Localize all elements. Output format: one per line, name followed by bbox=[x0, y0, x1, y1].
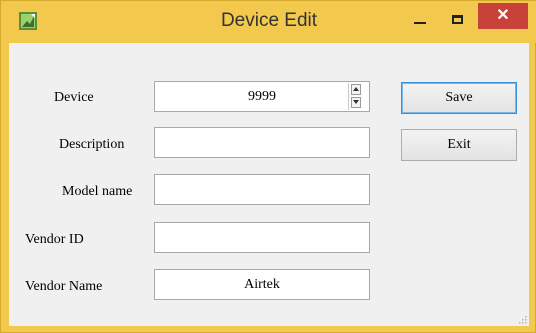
minimize-button[interactable] bbox=[403, 7, 437, 33]
description-field[interactable] bbox=[154, 127, 370, 158]
minimize-icon bbox=[414, 22, 426, 24]
description-label: Description bbox=[59, 137, 125, 152]
maximize-button[interactable] bbox=[441, 7, 475, 33]
vendor-id-field[interactable] bbox=[154, 222, 370, 253]
device-edit-window: Device Edit ✕ Device Description Model n… bbox=[0, 0, 536, 333]
vendor-id-label: Vendor ID bbox=[25, 232, 84, 247]
spin-up-button[interactable] bbox=[351, 84, 361, 95]
maximize-icon bbox=[452, 15, 463, 24]
close-button[interactable]: ✕ bbox=[478, 3, 528, 29]
save-button[interactable]: Save bbox=[401, 82, 517, 114]
vendor-name-field[interactable] bbox=[154, 269, 370, 300]
spin-down-button[interactable] bbox=[351, 97, 361, 108]
model-name-label: Model name bbox=[62, 184, 133, 199]
arrow-down-icon bbox=[353, 100, 359, 104]
resize-grip-icon[interactable] bbox=[517, 314, 527, 324]
device-label: Device bbox=[54, 90, 94, 105]
title-bar[interactable]: Device Edit ✕ bbox=[1, 1, 536, 43]
arrow-up-icon bbox=[353, 87, 359, 91]
form-area: Device Description Model name Vendor ID … bbox=[9, 43, 529, 326]
vendor-name-label: Vendor Name bbox=[25, 279, 103, 294]
exit-button[interactable]: Exit bbox=[401, 129, 517, 161]
device-spinner-input[interactable] bbox=[154, 81, 370, 112]
device-spinner[interactable] bbox=[348, 83, 363, 110]
model-name-field[interactable] bbox=[154, 174, 370, 205]
